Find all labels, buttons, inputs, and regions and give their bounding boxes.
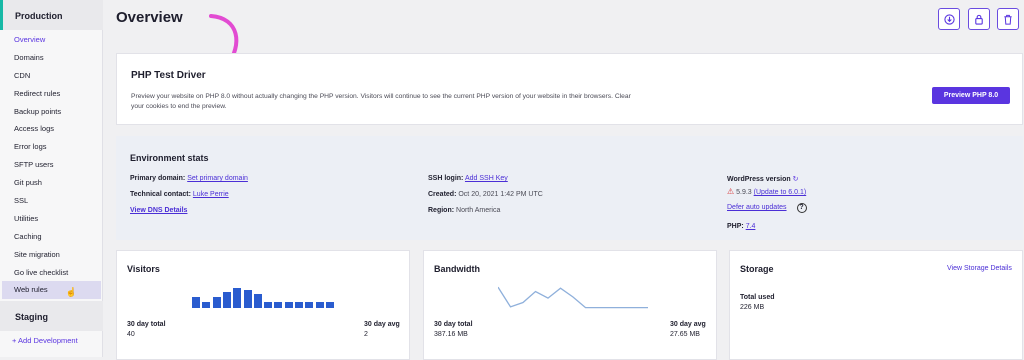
- storage-title: Storage: [740, 264, 774, 274]
- add-ssh-key-link[interactable]: Add SSH Key: [465, 175, 508, 182]
- download-button[interactable]: [938, 8, 960, 30]
- wordpress-version-label: WordPress version: [727, 176, 791, 183]
- visitors-bar: [192, 296, 200, 308]
- bandwidth-series-line: [498, 286, 648, 309]
- sidebar-item-caching[interactable]: Caching: [0, 228, 103, 246]
- visitors-bar: [325, 301, 334, 308]
- visitors-title: Visitors: [127, 264, 160, 274]
- visitors-card: Visitors 30 day total 40 30 day avg 2: [116, 250, 410, 360]
- php-version-row: PHP: 7.4: [727, 223, 755, 230]
- download-icon: [943, 13, 955, 25]
- defer-updates-row: Defer auto updates ?: [727, 203, 807, 213]
- storage-used-value: 226 MB: [740, 304, 765, 311]
- sidebar-item-sftp-users[interactable]: SFTP users: [0, 156, 103, 174]
- technical-contact-label: Technical contact:: [130, 191, 191, 198]
- warning-icon: ⚠: [727, 187, 735, 196]
- visitors-bar: [233, 288, 242, 308]
- visitors-avg-value: 2: [364, 331, 368, 338]
- wordpress-version-row: WordPress version ↻: [727, 175, 799, 183]
- lock-button[interactable]: [968, 8, 990, 30]
- bandwidth-card: Bandwidth 30 day total 387.16 MB 30 day …: [423, 250, 717, 360]
- defer-auto-updates-link[interactable]: Defer auto updates: [727, 204, 787, 211]
- primary-domain-row: Primary domain: Set primary domain: [130, 175, 248, 182]
- sidebar-item-utilities[interactable]: Utilities: [0, 210, 103, 228]
- ssh-login-label: SSH login:: [428, 175, 464, 182]
- view-dns-details-link[interactable]: View DNS Details: [130, 207, 187, 214]
- bandwidth-total-value: 387.16 MB: [434, 331, 468, 338]
- created-value: Oct 20, 2021 1:42 PM UTC: [458, 191, 543, 198]
- sidebar: Production Overview Domains CDN Redirect…: [0, 0, 103, 357]
- visitors-bar: [253, 294, 262, 308]
- region-row: Region: North America: [428, 207, 500, 214]
- visitors-bar: [305, 301, 314, 308]
- storage-card: Storage View Storage Details Total used …: [729, 250, 1023, 360]
- visitors-bar-chart: [192, 288, 337, 308]
- bandwidth-avg-label: 30 day avg: [670, 321, 706, 328]
- sidebar-item-go-live-checklist[interactable]: Go live checklist: [0, 264, 103, 282]
- trash-icon: [1004, 14, 1012, 25]
- visitors-bar: [315, 301, 324, 308]
- created-label: Created:: [428, 191, 457, 198]
- created-row: Created: Oct 20, 2021 1:42 PM UTC: [428, 191, 543, 198]
- sidebar-item-web-rules[interactable]: Web rules ☝: [2, 281, 101, 300]
- visitors-avg-label: 30 day avg: [364, 321, 400, 328]
- view-storage-details-link[interactable]: View Storage Details: [947, 265, 1012, 272]
- visitors-bar: [264, 301, 273, 308]
- environment-staging[interactable]: Staging: [0, 301, 103, 331]
- sidebar-nav: Overview Domains CDN Redirect rules Back…: [0, 31, 103, 300]
- sidebar-item-site-migration[interactable]: Site migration: [0, 246, 103, 264]
- php-driver-description: Preview your website on PHP 8.0 without …: [131, 93, 631, 110]
- environment-production[interactable]: Production: [0, 0, 103, 30]
- visitors-bar: [274, 301, 283, 308]
- visitors-total-label: 30 day total: [127, 321, 166, 328]
- lock-icon: [975, 14, 983, 25]
- php-version-label: PHP:: [727, 223, 744, 230]
- sidebar-item-redirect-rules[interactable]: Redirect rules: [0, 85, 103, 103]
- visitors-bar: [243, 289, 252, 308]
- hand-cursor-icon: ☝: [65, 287, 77, 298]
- environment-stats-title: Environment stats: [130, 153, 209, 163]
- technical-contact-row: Technical contact: Luke Perrie: [130, 191, 229, 198]
- ssh-login-row: SSH login: Add SSH Key: [428, 175, 508, 182]
- visitors-bar: [295, 301, 303, 308]
- environment-stats-card: Environment stats Primary domain: Set pr…: [116, 136, 1023, 240]
- delete-button[interactable]: [997, 8, 1019, 30]
- wordpress-version-value-row: ⚠ 5.9.3 (Update to 6.0.1): [727, 187, 806, 196]
- php-driver-title: PHP Test Driver: [131, 70, 206, 81]
- sidebar-item-error-logs[interactable]: Error logs: [0, 138, 103, 156]
- bandwidth-total-label: 30 day total: [434, 321, 473, 328]
- visitors-bar: [222, 292, 231, 308]
- visitors-bar: [284, 301, 293, 308]
- sidebar-item-label: Web rules: [14, 285, 48, 295]
- visitors-total-value: 40: [127, 331, 135, 338]
- help-icon[interactable]: ?: [796, 203, 807, 213]
- refresh-icon[interactable]: ↻: [793, 176, 799, 183]
- sidebar-item-git-push[interactable]: Git push: [0, 174, 103, 192]
- set-primary-domain-link[interactable]: Set primary domain: [187, 175, 248, 182]
- visitors-bar: [202, 301, 211, 308]
- sidebar-item-ssl[interactable]: SSL: [0, 192, 103, 210]
- sidebar-item-cdn[interactable]: CDN: [0, 67, 103, 85]
- storage-used-label: Total used: [740, 294, 775, 301]
- primary-domain-label: Primary domain:: [130, 175, 186, 182]
- technical-contact-link[interactable]: Luke Perrie: [193, 191, 229, 198]
- sidebar-item-overview[interactable]: Overview: [0, 31, 103, 49]
- dns-row: View DNS Details: [130, 207, 187, 214]
- sidebar-item-access-logs[interactable]: Access logs: [0, 120, 103, 138]
- region-value: North America: [456, 207, 501, 214]
- page-title: Overview: [116, 9, 183, 26]
- wordpress-version-value: 5.9.3: [736, 189, 752, 196]
- sidebar-item-backup-points[interactable]: Backup points: [0, 103, 103, 121]
- visitors-bar: [212, 296, 221, 308]
- region-label: Region:: [428, 207, 455, 214]
- add-development-button[interactable]: + Add Development: [12, 336, 78, 345]
- bandwidth-avg-value: 27.65 MB: [670, 331, 700, 338]
- bandwidth-line-chart: [498, 286, 648, 309]
- php-version-link[interactable]: 7.4: [746, 223, 756, 230]
- update-wordpress-link[interactable]: (Update to 6.0.1): [754, 189, 807, 196]
- sidebar-item-domains[interactable]: Domains: [0, 49, 103, 67]
- preview-php-button[interactable]: Preview PHP 8.0: [932, 87, 1010, 104]
- bandwidth-title: Bandwidth: [434, 264, 480, 274]
- php-test-driver-card: PHP Test Driver Preview your website on …: [116, 53, 1023, 125]
